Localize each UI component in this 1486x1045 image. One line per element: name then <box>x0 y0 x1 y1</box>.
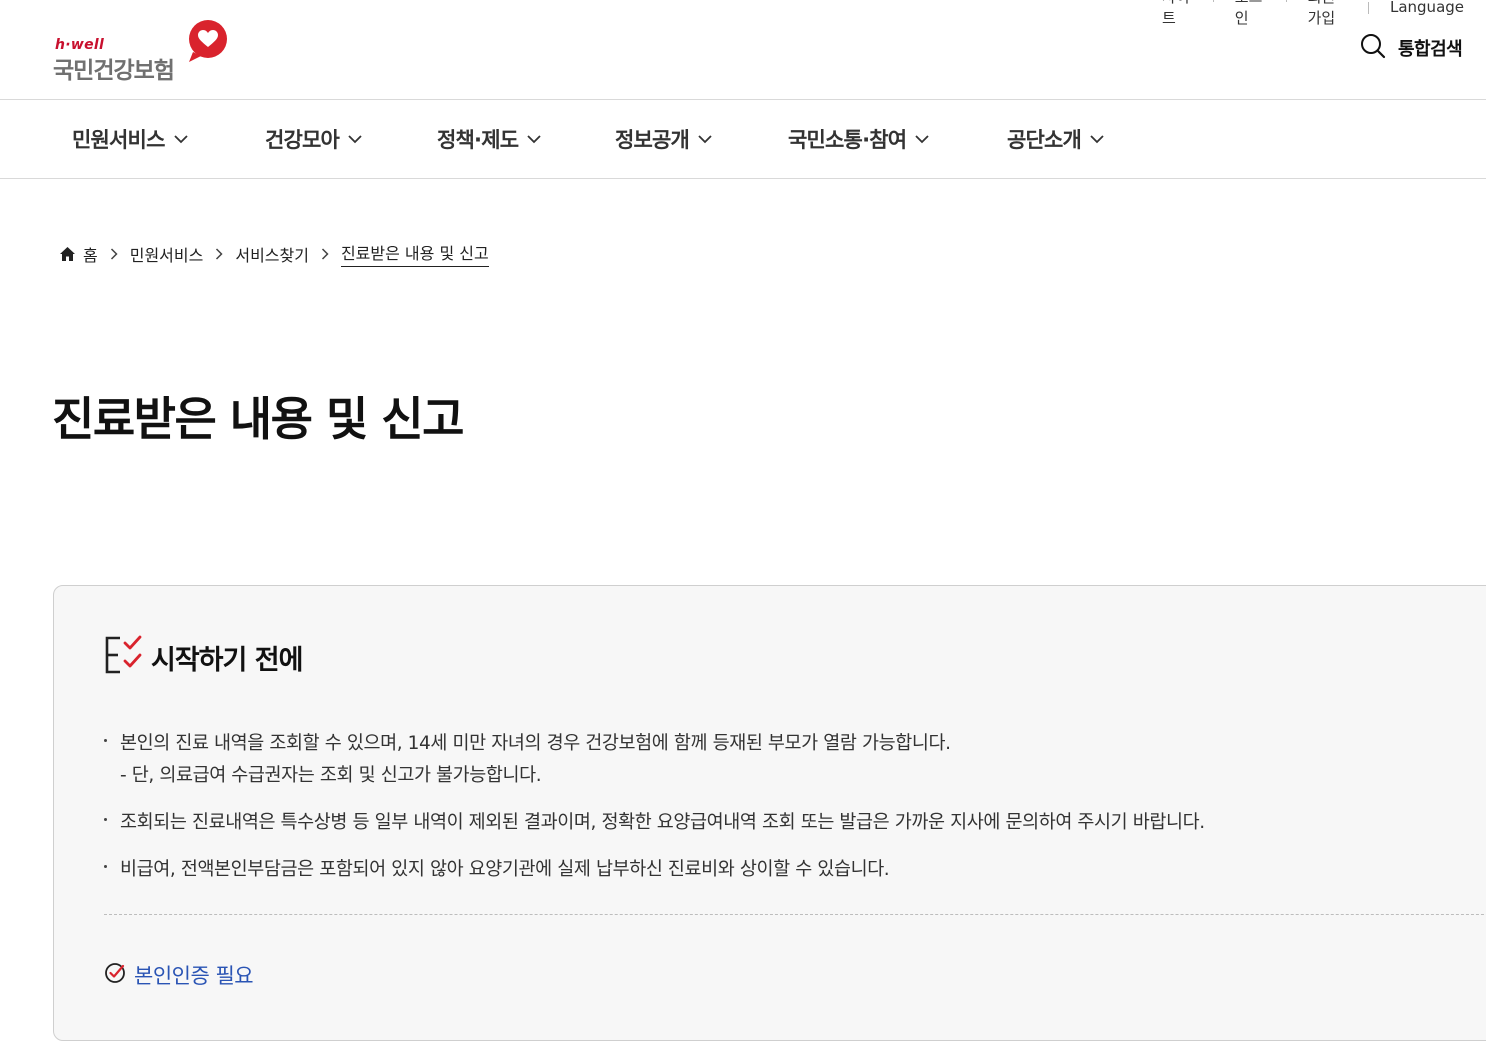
nav-item-info-disclosure[interactable]: 정보공개 <box>615 100 712 178</box>
nav-item-label: 건강모아 <box>265 128 340 152</box>
identity-verification-link[interactable]: 본인인증 필요 <box>104 960 254 990</box>
nav-item-label: 민원서비스 <box>72 128 165 152</box>
logo-text: 국민건강보험 <box>53 58 175 84</box>
nav-item-health-moa[interactable]: 건강모아 <box>265 100 362 178</box>
notice-title: 시작하기 전에 <box>151 644 303 676</box>
breadcrumb-item[interactable]: 민원서비스 <box>130 242 204 266</box>
logo[interactable]: h·well 국민건강보험 <box>53 18 233 84</box>
notice-list: 본인의 진료 내역을 조회할 수 있으며, 14세 미만 자녀의 경우 건강보험… <box>102 728 1205 886</box>
main-nav: 민원서비스 건강모아 정책·제도 정보공개 국민소통·참여 공단소개 <box>0 100 1486 179</box>
checklist-icon <box>104 634 146 680</box>
integrated-search-button[interactable]: 통합검색 <box>1360 33 1463 63</box>
breadcrumb-item[interactable]: 서비스찾기 <box>235 242 309 266</box>
nav-item-civil-service[interactable]: 민원서비스 <box>72 100 188 178</box>
list-item: 본인의 진료 내역을 조회할 수 있으며, 14세 미만 자녀의 경우 건강보험… <box>102 728 1205 792</box>
chevron-down-icon <box>915 134 929 144</box>
nav-item-communication[interactable]: 국민소통·참여 <box>788 100 929 178</box>
divider <box>104 914 1486 915</box>
chevron-down-icon <box>1090 134 1104 144</box>
nav-item-label: 정책·제도 <box>437 128 519 152</box>
chevron-right-icon <box>110 247 118 260</box>
chevron-right-icon <box>321 247 329 260</box>
page-title: 진료받은 내용 및 신고 <box>52 392 464 446</box>
notice-item-text: 조회되는 진료내역은 특수상병 등 일부 내역이 제외된 결과이며, 정확한 요… <box>120 812 1205 833</box>
notice-header: 시작하기 전에 <box>104 634 303 680</box>
notice-box: 시작하기 전에 본인의 진료 내역을 조회할 수 있으며, 14세 미만 자녀의… <box>53 585 1486 1041</box>
notice-item-text: 비급여, 전액본인부담금은 포함되어 있지 않아 요양기관에 실제 납부하신 진… <box>120 859 890 880</box>
header: h·well 국민건강보험 통합검색 <box>0 0 1486 100</box>
chevron-down-icon <box>698 134 712 144</box>
identity-verification-label: 본인인증 필요 <box>134 964 254 988</box>
list-item: 비급여, 전액본인부담금은 포함되어 있지 않아 요양기관에 실제 납부하신 진… <box>102 854 1205 886</box>
home-icon <box>60 246 75 261</box>
heart-icon <box>185 18 231 68</box>
nav-item-label: 국민소통·참여 <box>788 128 907 152</box>
chevron-down-icon <box>173 134 188 144</box>
nav-item-about[interactable]: 공단소개 <box>1007 100 1104 178</box>
breadcrumb-home[interactable]: 홈 <box>59 242 98 266</box>
chevron-right-icon <box>215 247 223 260</box>
breadcrumb-current[interactable]: 진료받은 내용 및 신고 <box>340 240 489 267</box>
nav-item-policy[interactable]: 정책·제도 <box>437 100 541 178</box>
chevron-down-icon <box>527 134 541 144</box>
search-label: 통합검색 <box>1398 39 1463 60</box>
breadcrumb: 홈 민원서비스 서비스찾기 진료받은 내용 및 신고 <box>59 240 489 267</box>
list-item: 조회되는 진료내역은 특수상병 등 일부 내역이 제외된 결과이며, 정확한 요… <box>102 807 1205 839</box>
check-circle-icon <box>104 962 126 988</box>
nav-item-label: 공단소개 <box>1007 128 1082 152</box>
notice-item-subtext: - 단, 의료급여 수급권자는 조회 및 신고가 불가능합니다. <box>120 765 542 786</box>
breadcrumb-home-label: 홈 <box>83 245 98 265</box>
search-icon <box>1360 33 1386 63</box>
notice-item-text: 본인의 진료 내역을 조회할 수 있으며, 14세 미만 자녀의 경우 건강보험… <box>120 733 951 754</box>
chevron-down-icon <box>348 134 362 144</box>
nav-item-label: 정보공개 <box>615 128 690 152</box>
